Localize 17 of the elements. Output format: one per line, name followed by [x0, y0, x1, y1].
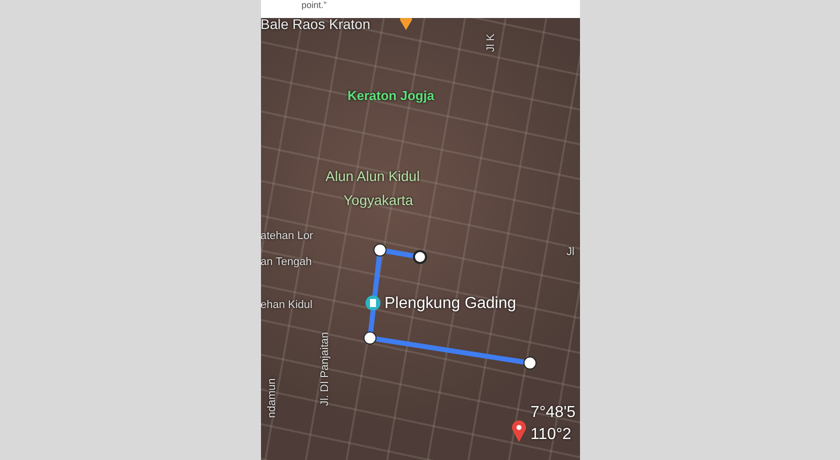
map-label: Yogyakarta	[344, 192, 414, 208]
map-label: an Tengah	[260, 256, 312, 268]
map-label: atehan Lor	[260, 230, 314, 242]
coordinate-text: 7°48'5	[530, 404, 576, 422]
map-label: Plengkung Gading	[384, 295, 516, 313]
coordinate-text: 110°2	[530, 426, 572, 444]
map-label: Alun Alun Kidul	[326, 168, 420, 184]
landmark-pin-icon[interactable]	[364, 295, 380, 313]
map-label: Keraton Jogja	[348, 88, 434, 103]
map-label: ehan Kidul	[260, 299, 312, 311]
caption-text: point.”	[302, 0, 327, 10]
map-label: ndamun	[266, 378, 278, 418]
map-label: Jl. DI Panjaitan	[318, 332, 330, 406]
location-pin-icon[interactable]	[510, 420, 526, 442]
map-label: Jl	[566, 246, 574, 258]
map-label: Bale Raos Kraton	[260, 18, 370, 32]
map-label: Jl K	[484, 34, 496, 52]
